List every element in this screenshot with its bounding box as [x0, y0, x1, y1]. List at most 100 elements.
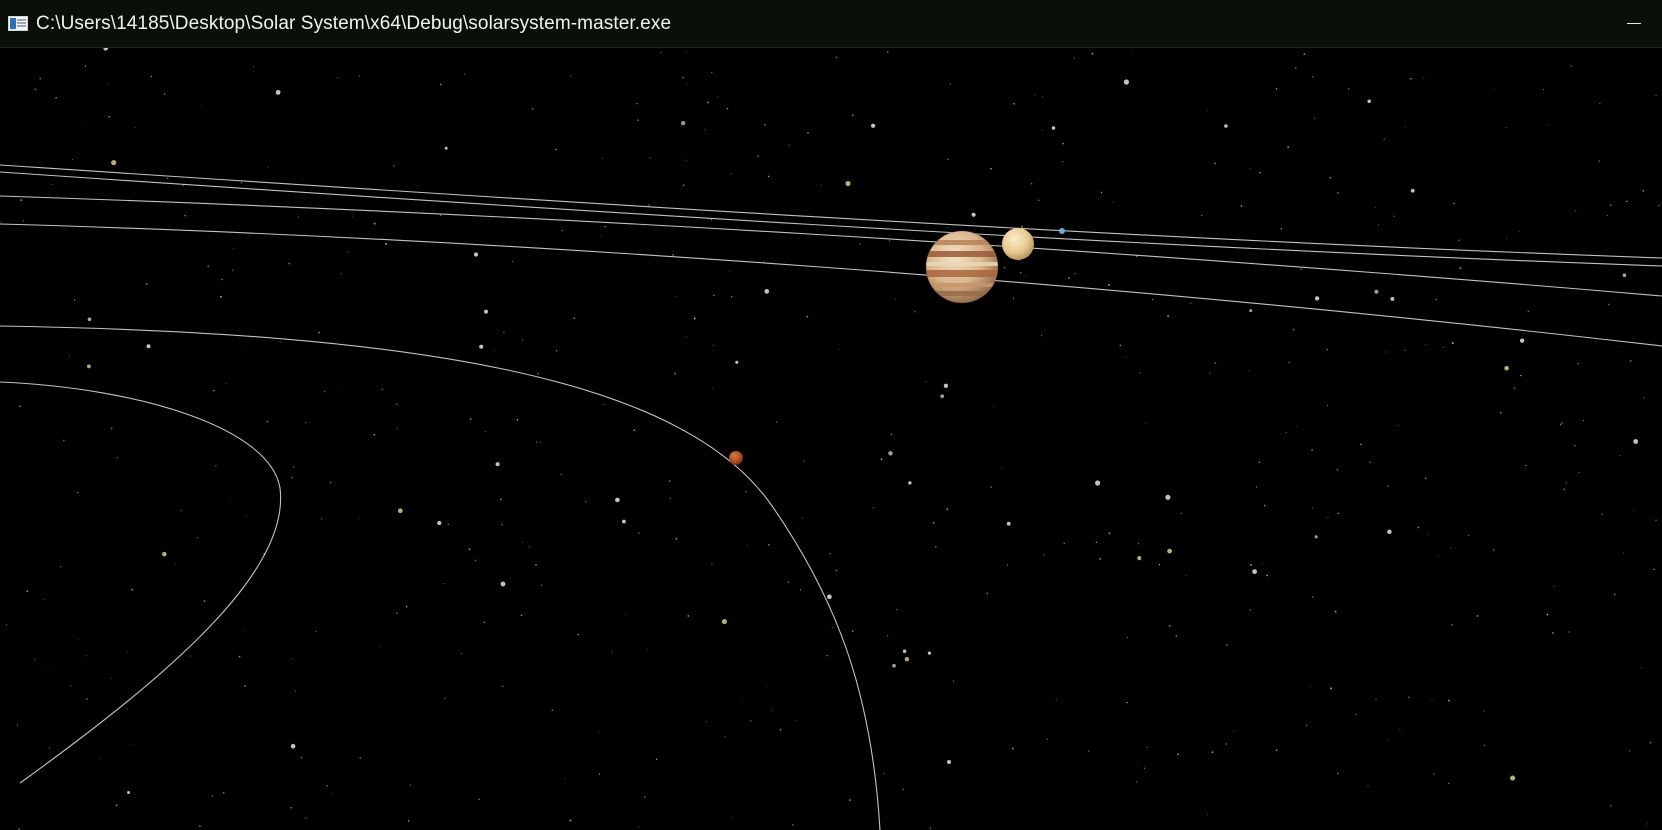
star — [711, 563, 713, 566]
star — [757, 155, 760, 158]
star — [39, 77, 42, 80]
star — [1622, 273, 1627, 278]
star — [1248, 370, 1250, 372]
star — [34, 88, 37, 91]
star — [1570, 65, 1572, 67]
star — [892, 663, 896, 668]
star — [493, 349, 495, 351]
blue-dot-icon[interactable] — [1059, 228, 1065, 234]
star — [1263, 504, 1266, 507]
star — [672, 254, 674, 256]
star — [990, 167, 993, 170]
star — [633, 429, 635, 431]
star — [1559, 423, 1562, 426]
star — [1655, 94, 1657, 97]
star — [304, 421, 307, 424]
star — [1288, 361, 1290, 364]
star — [290, 476, 293, 479]
star — [520, 614, 523, 616]
star — [682, 184, 685, 186]
star — [473, 252, 479, 257]
star — [1375, 698, 1377, 700]
minimize-button[interactable] — [1606, 0, 1662, 48]
star — [162, 551, 167, 557]
star — [902, 649, 907, 653]
star — [1513, 387, 1516, 390]
star — [711, 388, 713, 389]
star — [252, 66, 255, 68]
star — [225, 383, 227, 385]
star — [990, 486, 993, 488]
star — [1504, 365, 1509, 371]
star — [1013, 102, 1016, 105]
star — [637, 119, 639, 121]
star — [1119, 344, 1122, 347]
star — [184, 214, 186, 217]
star — [69, 355, 71, 358]
star — [1417, 526, 1420, 529]
star — [417, 185, 419, 187]
star — [1653, 568, 1655, 571]
star — [292, 466, 295, 468]
star — [1206, 109, 1208, 111]
star — [1296, 426, 1297, 428]
mars-planet-icon[interactable] — [729, 451, 743, 465]
star — [207, 265, 210, 268]
star — [1578, 471, 1580, 474]
star — [180, 509, 182, 512]
star — [540, 584, 543, 586]
star — [603, 403, 605, 405]
star — [1108, 532, 1111, 535]
star — [795, 720, 797, 722]
star — [182, 184, 184, 187]
star — [1613, 593, 1616, 596]
star — [63, 439, 65, 442]
star — [306, 817, 308, 819]
star — [196, 537, 198, 539]
star — [318, 331, 321, 334]
star — [1565, 482, 1568, 484]
pale-planet-icon[interactable] — [1002, 228, 1034, 260]
star — [212, 389, 215, 392]
star — [1386, 485, 1389, 488]
star — [395, 403, 398, 406]
star — [1136, 781, 1138, 783]
star — [831, 626, 834, 628]
star — [341, 388, 343, 390]
star — [1499, 411, 1502, 414]
star — [444, 146, 448, 150]
star — [1492, 549, 1495, 551]
star — [779, 728, 782, 731]
star — [81, 126, 83, 127]
star — [952, 680, 954, 682]
star — [1020, 272, 1022, 274]
window-title: C:\Users\14185\Desktop\Solar System\x64\… — [36, 12, 672, 34]
star — [1127, 636, 1129, 639]
star — [932, 522, 935, 524]
star — [711, 219, 713, 221]
solar-system-canvas[interactable] — [0, 48, 1662, 830]
star — [1552, 632, 1554, 634]
star — [1012, 297, 1015, 299]
title-bar[interactable]: C:\Users\14185\Desktop\Solar System\x64\… — [0, 0, 1662, 48]
star — [687, 615, 690, 617]
star — [947, 760, 951, 764]
star — [1424, 344, 1426, 346]
star — [685, 52, 687, 54]
star — [946, 227, 948, 229]
star — [872, 506, 875, 509]
star — [787, 581, 790, 584]
star — [34, 658, 36, 660]
star — [437, 520, 442, 526]
star — [1492, 89, 1494, 91]
star — [1458, 239, 1461, 242]
star — [468, 548, 471, 551]
star — [267, 166, 269, 168]
star — [712, 344, 714, 347]
star — [1543, 88, 1545, 90]
star — [788, 144, 790, 146]
star — [765, 685, 768, 687]
star — [859, 243, 861, 245]
star — [1249, 609, 1252, 611]
render-viewport[interactable] — [0, 48, 1662, 830]
